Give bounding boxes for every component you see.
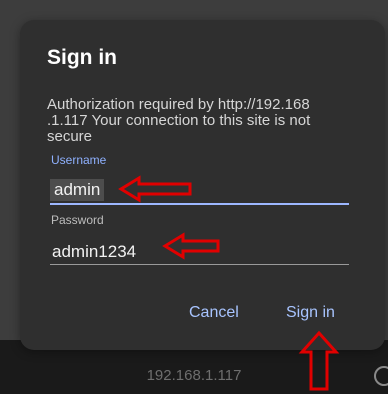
address-bar-url[interactable]: 192.168.1.117 [0, 367, 388, 384]
cancel-button[interactable]: Cancel [189, 304, 239, 322]
username-underline [50, 203, 349, 205]
username-field[interactable]: admin [50, 179, 105, 201]
sign-in-button[interactable]: Sign in [286, 304, 335, 322]
password-field[interactable]: admin1234 [52, 242, 136, 262]
tab-switcher-icon[interactable] [374, 366, 388, 386]
password-label: Password [51, 213, 104, 227]
message-text: Authorization required by http://192.168… [47, 96, 311, 145]
password-underline [50, 264, 349, 265]
dialog-title: Sign in [47, 46, 117, 69]
username-label: Username [51, 153, 107, 167]
dialog-message: Authorization required by http://192.168… [47, 97, 347, 145]
